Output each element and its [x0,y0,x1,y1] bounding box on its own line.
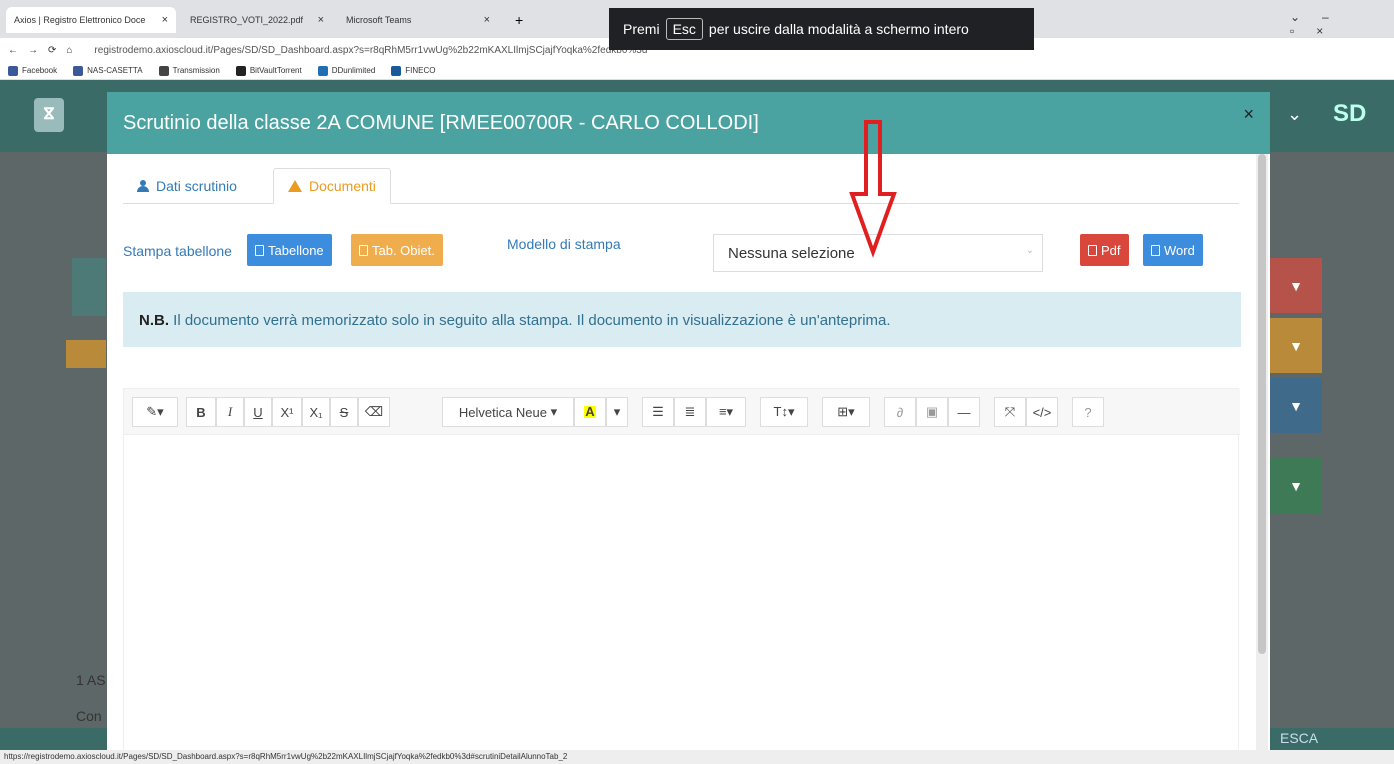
bookmark-item[interactable]: Transmission [158,65,220,76]
horizontal-rule-icon[interactable]: — [948,397,980,427]
tab-title: Microsoft Teams [346,15,412,25]
font-name-value: Helvetica Neue [458,404,547,420]
nb-notice: N.B. Il documento verrà memorizzato solo… [123,292,1241,347]
bookmark-item[interactable]: Facebook [8,65,57,76]
code-view-icon[interactable]: </> [1026,397,1058,427]
rich-text-editor[interactable]: ✎▾ B I U X¹ X₁ S ⌫ Helvetica Neue ▾ A ▾ … [123,388,1240,752]
browser-tab-pdf[interactable]: REGISTRO_VOTI_2022.pdf × [182,7,332,33]
scrollbar-thumb[interactable] [1258,154,1266,654]
nb-bold: N.B. [139,312,169,329]
font-name-dropdown[interactable]: Helvetica Neue ▾ [442,397,574,427]
user-icon [137,180,149,192]
stampa-tabellone-label: Stampa tabellone [123,243,232,259]
bg-card-green: ▼ [1270,458,1322,513]
button-label: Word [1164,242,1195,258]
app-logo: ⴵ [34,98,64,132]
bg-left-text: Con [76,708,102,724]
paragraph-align-icon[interactable]: ≡▾ [706,397,746,427]
tab-label: Dati scrutinio [156,178,237,194]
ordered-list-icon[interactable]: ≣ [674,397,706,427]
browser-tab-teams[interactable]: Microsoft Teams × [338,7,498,33]
status-bar-url: https://registrodemo.axioscloud.it/Pages… [0,750,1394,764]
fullscreen-icon[interactable]: ⤧ [994,397,1026,427]
editor-toolbar: ✎▾ B I U X¹ X₁ S ⌫ Helvetica Neue ▾ A ▾ … [124,389,1240,435]
select-value: Nessuna selezione [728,245,855,262]
link-icon[interactable]: ∂ [884,397,916,427]
esc-key: Esc [665,18,703,40]
tab-label: Documenti [309,178,376,194]
tab-obiet-button[interactable]: Tab. Obiet. [351,234,443,266]
button-label: Pdf [1101,242,1121,258]
bold-button[interactable]: B [186,397,216,427]
fullscreen-banner: Premi Esc per uscire dalla modalità a sc… [609,8,1034,50]
close-tab-icon[interactable]: × [162,14,168,26]
picture-icon[interactable]: ▣ [916,397,948,427]
underline-button[interactable]: U [244,397,272,427]
text-color-button[interactable]: A [574,397,606,427]
chevron-down-icon: ⌄ [1025,245,1034,256]
bookmark-item[interactable]: BitVaultTorrent [235,65,302,76]
pdf-icon [1088,244,1097,256]
superscript-button[interactable]: X¹ [272,397,302,427]
bg-card-orange: ▼ [1270,318,1322,373]
modal-header: Scrutinio della classe 2A COMUNE [RMEE00… [107,92,1270,154]
nav-buttons[interactable]: ←→⟳⌂ [8,45,82,56]
strikethrough-button[interactable]: S [330,397,358,427]
tab-title: REGISTRO_VOTI_2022.pdf [190,15,304,25]
button-label: Tab. Obiet. [372,242,435,258]
bg-card-red: ▼ [1270,258,1322,313]
url-text[interactable]: registrodemo.axioscloud.it/Pages/SD/SD_D… [94,45,647,56]
word-button[interactable]: Word [1143,234,1203,266]
bookmark-item[interactable]: DDunlimited [317,65,375,76]
tabellone-button[interactable]: Tabellone [247,234,332,266]
eraser-icon[interactable]: ⌫ [358,397,390,427]
bg-left-card [66,340,106,368]
close-icon[interactable]: × [1243,104,1254,125]
window-controls[interactable]: ⌄–▫× [1290,10,1394,38]
bg-left-card [72,258,106,316]
line-height-icon[interactable]: T↕▾ [760,397,808,427]
banner-text: per uscire dalla modalità a schermo inte… [708,21,969,37]
help-icon[interactable]: ? [1072,397,1104,427]
nb-text: Il documento verrà memorizzato solo in s… [169,312,891,329]
close-tab-icon[interactable]: × [484,14,490,26]
subscript-button[interactable]: X₁ [302,397,330,427]
warning-icon [288,180,302,192]
print-row: Stampa tabellone Tabellone Tab. Obiet. M… [123,234,1233,274]
bookmark-item[interactable]: NAS-CASETTA [73,65,143,76]
bg-card-blue: ▼ [1270,378,1322,433]
word-icon [1151,244,1160,256]
magic-wand-icon[interactable]: ✎▾ [132,397,178,427]
browser-tab-axios[interactable]: Axios | Registro Elettronico Doce × [6,7,176,33]
button-label: Tabellone [268,242,324,258]
table-icon[interactable]: ⊞▾ [822,397,870,427]
unordered-list-icon[interactable]: ☰ [642,397,674,427]
pdf-icon [359,244,368,256]
modal-tabs: Dati scrutinio Documenti [123,166,1239,204]
modello-stampa-label: Modello di stampa [507,236,621,252]
new-tab-button[interactable]: + [515,12,523,28]
bookmark-item[interactable]: FINECO [391,65,436,76]
pdf-icon [255,244,264,256]
bg-sd-label: SD [1333,100,1367,127]
italic-button[interactable]: I [216,397,244,427]
tab-documenti[interactable]: Documenti [273,168,391,204]
scrutinio-modal: Scrutinio della classe 2A COMUNE [RMEE00… [107,92,1270,752]
pdf-button[interactable]: Pdf [1080,234,1129,266]
chevron-down-icon: ⌄ [1287,104,1303,124]
tab-title: Axios | Registro Elettronico Doce [14,15,146,25]
color-dropdown[interactable]: ▾ [606,397,628,427]
modello-stampa-select[interactable]: Nessuna selezione ⌄ [713,234,1043,272]
modal-scrollbar[interactable] [1256,154,1268,754]
bg-left-text: 1 AS [76,672,106,688]
bookmarks-bar: Facebook NAS-CASETTA Transmission BitVau… [0,62,1394,80]
banner-text-premi: Premi [623,21,660,37]
modal-title: Scrutinio della classe 2A COMUNE [RMEE00… [123,112,759,134]
color-swatch: A [584,404,596,419]
tab-dati-scrutinio[interactable]: Dati scrutinio [123,168,251,204]
close-tab-icon[interactable]: × [318,14,324,26]
bg-footer-text: ESCA [1280,730,1319,746]
